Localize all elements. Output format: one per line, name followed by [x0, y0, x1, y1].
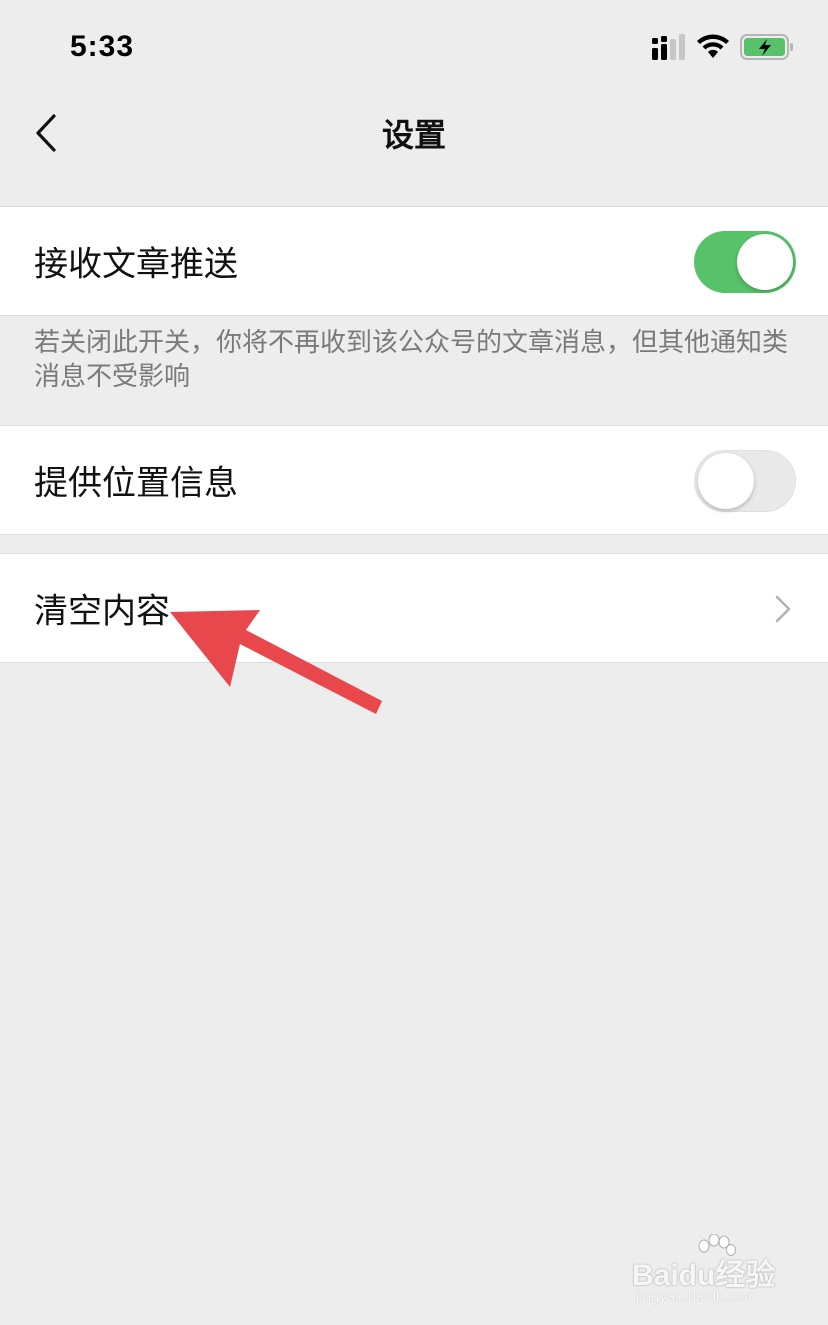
status-time: 5:33	[70, 30, 135, 63]
watermark-sub-text: jingyan.baidu.com	[636, 1288, 757, 1305]
clear-content-row[interactable]: 清空内容	[0, 553, 828, 663]
location-row: 提供位置信息	[0, 425, 828, 535]
clear-content-label: 清空内容	[34, 591, 170, 632]
cellular-signal-icon	[652, 34, 685, 60]
paw-icon	[698, 1234, 736, 1256]
receive-articles-toggle[interactable]	[694, 231, 796, 293]
receive-articles-label: 接收文章推送	[34, 244, 238, 285]
watermark-main-text: Baidu经验	[632, 1259, 776, 1292]
receive-articles-row: 接收文章推送	[0, 206, 828, 316]
battery-charging-icon	[740, 34, 793, 60]
chevron-right-icon	[775, 595, 791, 623]
toggle-knob	[698, 453, 754, 509]
receive-articles-note: 若关闭此开关，你将不再收到该公众号的文章消息，但其他通知类消息不受影响	[34, 328, 789, 392]
baidu-watermark: Baidu经验 jingyan.baidu.com	[632, 1234, 792, 1308]
status-icons	[652, 34, 794, 60]
location-label: 提供位置信息	[34, 463, 238, 504]
wifi-icon	[697, 34, 729, 58]
status-bar: 5:33	[0, 0, 828, 90]
navigation-bar: 设置	[0, 90, 828, 180]
toggle-knob	[737, 234, 793, 290]
location-toggle[interactable]	[694, 450, 796, 512]
page-title: 设置	[381, 116, 446, 154]
